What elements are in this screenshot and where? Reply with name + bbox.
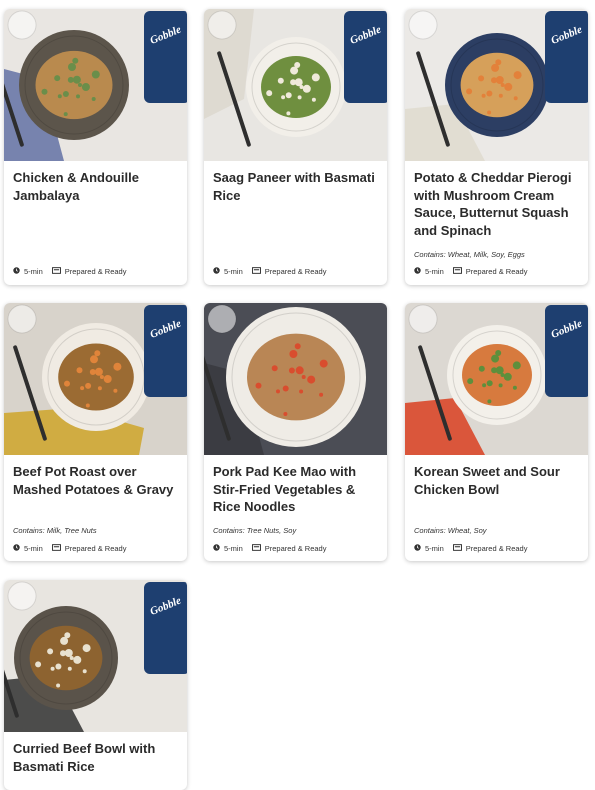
gobble-box: Gobble	[144, 11, 187, 103]
drink-glass	[408, 304, 438, 334]
drink-glass	[408, 10, 438, 40]
drink-glass	[207, 10, 237, 40]
meal-title[interactable]: Beef Pot Roast over Mashed Potatoes & Gr…	[13, 463, 181, 498]
meal-meta: 5-min Prepared & Ready	[414, 543, 527, 553]
clock-icon	[414, 266, 421, 276]
gobble-box: Gobble	[144, 305, 187, 397]
meal-photo[interactable]: Gobble	[405, 303, 588, 455]
prep-time: 5-min	[425, 543, 444, 553]
meal-meta: 5-min Prepared & Ready	[213, 543, 326, 553]
gobble-box: Gobble	[144, 582, 187, 674]
clock-icon	[414, 543, 421, 553]
clock-icon	[13, 266, 20, 276]
meal-card[interactable]: Gobble Beef Pot Roast over Mashed Potato…	[4, 303, 187, 561]
meal-card[interactable]: Gobble Saag Paneer with Basmati Rice 5-m…	[204, 9, 387, 285]
meal-photo[interactable]: Gobble	[4, 9, 187, 161]
meal-photo[interactable]	[204, 303, 387, 455]
drink-glass	[7, 581, 37, 611]
clock-icon	[213, 266, 220, 276]
meal-title[interactable]: Potato & Cheddar Pierogi with Mushroom C…	[414, 169, 582, 239]
prep-time: 5-min	[24, 266, 43, 276]
meal-card[interactable]: Pork Pad Kee Mao with Stir-Fried Vegetab…	[204, 303, 387, 561]
prep-time: 5-min	[24, 543, 43, 553]
meal-meta: 5-min Prepared & Ready	[13, 543, 126, 553]
prep-status: Prepared & Ready	[264, 543, 327, 553]
prep-status: Prepared & Ready	[465, 266, 528, 276]
clock-icon	[13, 543, 20, 553]
allergen-info: Contains: Milk, Tree Nuts	[13, 526, 97, 535]
meal-meta: 5-min Prepared & Ready	[213, 266, 326, 276]
meal-title[interactable]: Curried Beef Bowl with Basmati Rice	[13, 740, 181, 775]
allergen-info: Contains: Wheat, Soy	[414, 526, 487, 535]
meal-card[interactable]: Gobble Potato & Cheddar Pierogi with Mus…	[405, 9, 588, 285]
gobble-box: Gobble	[545, 11, 588, 103]
drink-glass	[7, 10, 37, 40]
meal-photo[interactable]: Gobble	[4, 303, 187, 455]
prep-time: 5-min	[224, 543, 243, 553]
prep-time: 5-min	[224, 266, 243, 276]
meal-meta: 5-min Prepared & Ready	[414, 266, 527, 276]
container-icon	[51, 266, 61, 276]
gobble-box: Gobble	[545, 305, 588, 397]
meal-photo[interactable]: Gobble	[204, 9, 387, 161]
meal-photo[interactable]: Gobble	[405, 9, 588, 161]
container-icon	[452, 543, 462, 553]
meal-card[interactable]: Gobble Chicken & Andouille Jambalaya 5-m…	[4, 9, 187, 285]
container-icon	[251, 543, 261, 553]
container-icon	[251, 266, 261, 276]
meal-title[interactable]: Korean Sweet and Sour Chicken Bowl	[414, 463, 582, 498]
prep-status: Prepared & Ready	[64, 543, 127, 553]
container-icon	[51, 543, 61, 553]
allergen-info: Contains: Wheat, Milk, Soy, Eggs	[414, 250, 525, 259]
meal-card[interactable]: Gobble Curried Beef Bowl with Basmati Ri…	[4, 580, 187, 790]
container-icon	[452, 266, 462, 276]
meal-photo[interactable]: Gobble	[4, 580, 187, 732]
prep-time: 5-min	[425, 266, 444, 276]
drink-glass	[207, 304, 237, 334]
allergen-info: Contains: Tree Nuts, Soy	[213, 526, 297, 535]
meal-meta: 5-min Prepared & Ready	[13, 266, 126, 276]
meal-title[interactable]: Pork Pad Kee Mao with Stir-Fried Vegetab…	[213, 463, 381, 516]
meal-card[interactable]: Gobble Korean Sweet and Sour Chicken Bow…	[405, 303, 588, 561]
prep-status: Prepared & Ready	[465, 543, 528, 553]
prep-status: Prepared & Ready	[264, 266, 327, 276]
meal-title[interactable]: Chicken & Andouille Jambalaya	[13, 169, 181, 204]
drink-glass	[7, 304, 37, 334]
meal-title[interactable]: Saag Paneer with Basmati Rice	[213, 169, 381, 204]
clock-icon	[213, 543, 220, 553]
gobble-box: Gobble	[344, 11, 387, 103]
prep-status: Prepared & Ready	[64, 266, 127, 276]
